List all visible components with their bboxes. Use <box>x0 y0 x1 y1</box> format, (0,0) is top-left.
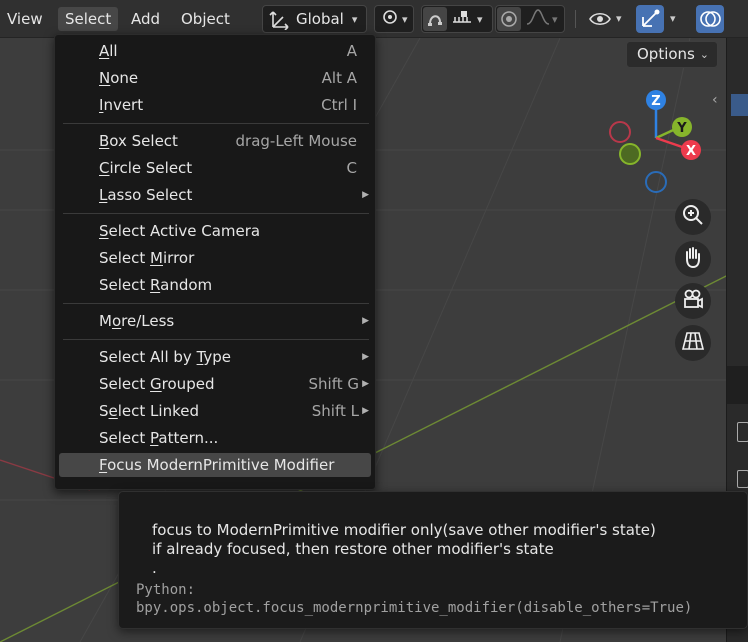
chevron-down-icon[interactable]: ▾ <box>670 12 676 25</box>
shortcut: C <box>346 159 357 177</box>
pivot-point-dropdown[interactable]: ▾ <box>374 5 414 33</box>
shortcut: A <box>346 42 357 60</box>
select-menu: All A None Alt A Invert Ctrl I Box Selec… <box>54 34 376 490</box>
menu-item-none[interactable]: None Alt A <box>59 66 371 90</box>
menu-item-select-active-camera[interactable]: Select Active Camera <box>59 219 371 243</box>
shortcut: Shift G <box>308 375 360 393</box>
menu-view[interactable]: View <box>0 7 50 31</box>
menu-item-select-linked[interactable]: Select Linked Shift L ▶ <box>59 399 371 423</box>
menu-item-box-select[interactable]: Box Select drag-Left Mouse <box>59 129 371 153</box>
increment-icon <box>451 8 473 30</box>
menu-separator <box>63 213 369 214</box>
proportional-edit-icon[interactable] <box>497 7 521 31</box>
menu-item-select-pattern[interactable]: Select Pattern... <box>59 426 371 450</box>
tooltip-description-line: if already focused, then restore other m… <box>152 540 554 558</box>
menu-item-select-mirror[interactable]: Select Mirror <box>59 246 371 270</box>
menu-item-circle-select[interactable]: Circle Select C <box>59 156 371 180</box>
options-button[interactable]: Options ⌄ <box>626 41 718 68</box>
tooltip-description-line: . <box>152 559 157 577</box>
viewport-header: View Select Add Object Global ▾ ▾ ▾ ▾ ▾ … <box>0 0 748 38</box>
menu-object[interactable]: Object <box>174 7 237 31</box>
pivot-icon <box>380 7 400 31</box>
overlay-icon[interactable] <box>696 5 724 33</box>
proportional-edit-group[interactable]: ▾ <box>495 5 565 33</box>
gizmo-icon[interactable] <box>636 5 664 33</box>
submenu-arrow-icon: ▶ <box>362 316 369 326</box>
gizmo-x-label: X <box>686 144 696 159</box>
gizmo-z-label: Z <box>651 94 660 109</box>
chevron-down-icon: ▾ <box>402 12 408 26</box>
tooltip-python-label: Python: <box>136 582 196 598</box>
options-label: Options <box>637 45 695 63</box>
menu-separator <box>63 123 369 124</box>
menu-item-select-grouped[interactable]: Select Grouped Shift G ▶ <box>59 372 371 396</box>
submenu-arrow-icon: ▶ <box>362 352 369 362</box>
transform-pivot-icon <box>267 8 291 31</box>
zoom-button[interactable] <box>675 199 711 235</box>
menu-add[interactable]: Add <box>124 7 167 31</box>
submenu-arrow-icon: ▶ <box>362 379 369 389</box>
perspective-toggle-button[interactable] <box>675 325 711 361</box>
shortcut: drag-Left Mouse <box>235 132 357 150</box>
submenu-arrow-icon: ▶ <box>362 406 369 416</box>
snap-group[interactable]: ▾ <box>421 5 493 33</box>
chevron-down-icon: ▾ <box>477 12 483 26</box>
perspective-grid-icon <box>681 329 705 357</box>
menu-item-focus-modernprimitive-modifier[interactable]: Focus ModernPrimitive Modifier <box>59 453 371 477</box>
chevron-down-icon: ▾ <box>351 12 358 26</box>
menu-item-select-random[interactable]: Select Random <box>59 273 371 297</box>
snap-icon[interactable] <box>423 7 447 31</box>
menu-item-invert[interactable]: Invert Ctrl I <box>59 93 371 117</box>
visibility-icon[interactable] <box>588 9 612 33</box>
menu-item-select-all-by-type[interactable]: Select All by Type ▶ <box>59 345 371 369</box>
shortcut: Shift L <box>311 402 359 420</box>
falloff-icon <box>525 8 551 30</box>
menu-item-all[interactable]: All A <box>59 39 371 63</box>
tooltip-python-call: bpy.ops.object.focus_modernprimitive_mod… <box>136 600 693 616</box>
zoom-icon <box>681 203 705 231</box>
submenu-arrow-icon: ▶ <box>362 190 369 200</box>
camera-view-button[interactable] <box>675 283 711 319</box>
menu-item-lasso-select[interactable]: Lasso Select ▶ <box>59 183 371 207</box>
operator-tooltip: focus to ModernPrimitive modifier only(s… <box>118 491 748 629</box>
navigation-gizmo[interactable]: Z Y X <box>600 86 720 196</box>
chevron-down-icon[interactable]: ▾ <box>616 12 622 25</box>
pan-button[interactable] <box>675 241 711 277</box>
menu-separator <box>63 339 369 340</box>
camera-icon <box>681 287 705 315</box>
shortcut: Ctrl I <box>321 96 357 114</box>
gizmo-y-label: Y <box>676 121 687 136</box>
chevron-down-icon: ⌄ <box>699 48 709 61</box>
menu-select[interactable]: Select <box>58 7 119 31</box>
tooltip-description-line: focus to ModernPrimitive modifier only(s… <box>152 521 656 539</box>
menu-separator <box>63 303 369 304</box>
orientation-label: Global <box>296 10 344 28</box>
hand-pan-icon <box>681 245 705 273</box>
menu-item-more-less[interactable]: More/Less ▶ <box>59 309 371 333</box>
shortcut: Alt A <box>321 69 357 87</box>
chevron-down-icon: ▾ <box>552 12 558 26</box>
transform-orientation-dropdown[interactable]: Global ▾ <box>262 5 367 33</box>
